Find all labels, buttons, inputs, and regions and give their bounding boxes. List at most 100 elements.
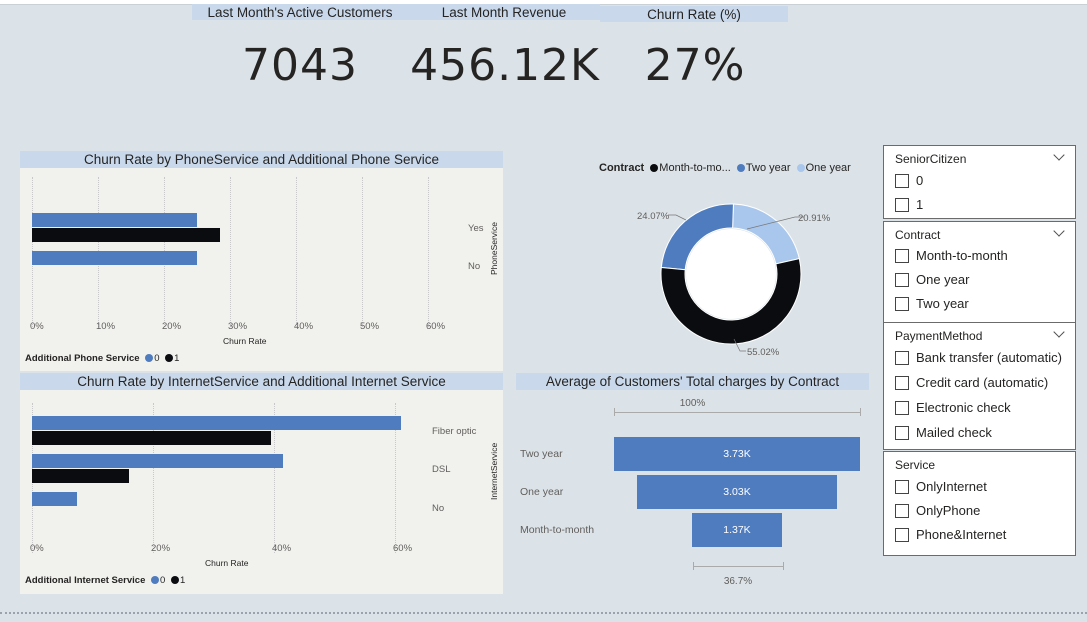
- legend-dot-light-blue-icon: [796, 164, 805, 172]
- checkbox-icon[interactable]: [895, 174, 909, 188]
- funnel-value-label: 3.03K: [723, 486, 751, 498]
- internet-category-no: No: [432, 503, 445, 514]
- phone-legend-title: Additional Phone Service: [25, 353, 140, 364]
- slicer-option[interactable]: Bank transfer (automatic): [884, 349, 1075, 374]
- phone-legend-item-0[interactable]: 0: [154, 353, 159, 364]
- phone-y-axis-title: PhoneService: [489, 222, 499, 275]
- funnel-value-label: 1.37K: [723, 524, 751, 536]
- internet-legend-item-1[interactable]: 1: [180, 575, 185, 586]
- bar-dsl-series-0[interactable]: [32, 454, 284, 468]
- legend-dot-blue-icon: [151, 576, 160, 584]
- checkbox-icon[interactable]: [895, 528, 909, 542]
- donut-legend-item-month[interactable]: Month-to-mo...: [659, 162, 731, 174]
- checkbox-icon[interactable]: [895, 351, 909, 365]
- internet-chart-title: Churn Rate by InternetService and Additi…: [20, 373, 503, 390]
- slicer-option[interactable]: 1: [884, 196, 1075, 220]
- funnel-bottom-bracket: [693, 566, 783, 567]
- bar-yes-series-0[interactable]: [32, 213, 197, 227]
- checkbox-icon[interactable]: [895, 480, 909, 494]
- funnel-bracket-end: [783, 562, 784, 570]
- donut-label-two-year: 24.07%: [637, 211, 670, 222]
- x-tick-label: 40%: [272, 543, 292, 554]
- bar-fiber-optic-series-0[interactable]: [32, 416, 402, 430]
- slicer-option[interactable]: Credit card (automatic): [884, 374, 1075, 399]
- funnel-top-label: 100%: [679, 398, 706, 409]
- checkbox-icon[interactable]: [895, 249, 909, 263]
- checkbox-icon[interactable]: [895, 504, 909, 518]
- slicer-option[interactable]: One year: [884, 271, 1075, 295]
- legend-dot-blue-icon: [736, 164, 745, 172]
- slicer-option-label: Bank transfer (automatic): [916, 350, 1062, 365]
- funnel-chart[interactable]: 100% 3.73K 3.03K 1.37K Two year One year M…: [516, 392, 869, 592]
- bar-fiber-optic-series-1[interactable]: [32, 431, 271, 445]
- slicer-option[interactable]: Month-to-month: [884, 247, 1075, 271]
- checkbox-icon[interactable]: [895, 426, 909, 440]
- slicer-contract[interactable]: Contract Month-to-month One year Two yea…: [883, 221, 1076, 323]
- checkbox-icon[interactable]: [895, 376, 909, 390]
- donut-legend-item-two-year[interactable]: Two year: [746, 162, 791, 174]
- slicer-title: PaymentMethod: [895, 329, 983, 343]
- slicer-option[interactable]: 0: [884, 172, 1075, 196]
- bar-yes-series-1[interactable]: [32, 228, 221, 242]
- checkbox-icon[interactable]: [895, 198, 909, 212]
- legend-dot-black-icon: [650, 164, 659, 172]
- kpi-revenue-title: Last Month Revenue: [408, 4, 600, 20]
- phone-legend-item-1[interactable]: 1: [174, 353, 179, 364]
- slicer-option-label: Mailed check: [916, 425, 992, 440]
- slicer-senior-citizen[interactable]: SeniorCitizen 0 1: [883, 145, 1076, 219]
- bar-dsl-series-1[interactable]: [32, 469, 129, 483]
- x-tick-label: 20%: [162, 321, 182, 332]
- bar-no-series-0[interactable]: [32, 492, 78, 506]
- checkbox-icon[interactable]: [895, 401, 909, 415]
- internet-legend-item-0[interactable]: 0: [160, 575, 165, 586]
- phone-chart-title: Churn Rate by PhoneService and Additiona…: [20, 151, 503, 168]
- contract-donut-chart[interactable]: 20.91% 24.07% 55.02%: [630, 195, 840, 365]
- slicer-option-label: Electronic check: [916, 400, 1011, 415]
- funnel-title: Average of Customers' Total charges by C…: [516, 373, 869, 390]
- slicer-option[interactable]: Mailed check: [884, 424, 1075, 449]
- internet-churn-chart[interactable]: Churn Rate by InternetService and Additi…: [20, 373, 503, 594]
- funnel-bar-month-to-month[interactable]: 1.37K: [691, 513, 783, 547]
- slicer-option-label: OnlyInternet: [916, 479, 987, 494]
- gridline: [296, 177, 297, 327]
- gridline: [428, 177, 429, 327]
- internet-category-fiber-optic: Fiber optic: [432, 426, 477, 437]
- slicer-title: SeniorCitizen: [895, 152, 967, 166]
- slicer-option[interactable]: Electronic check: [884, 399, 1075, 424]
- x-tick-label: 50%: [360, 321, 380, 332]
- slicer-option[interactable]: OnlyPhone: [884, 502, 1075, 526]
- slicer-option-label: Two year: [916, 296, 969, 311]
- x-tick-label: 40%: [294, 321, 314, 332]
- checkbox-icon[interactable]: [895, 297, 909, 311]
- bar-no-series-0[interactable]: [32, 251, 197, 265]
- internet-legend-title: Additional Internet Service: [25, 575, 146, 586]
- internet-y-axis-title: InternetService: [489, 442, 499, 500]
- gridline: [230, 177, 231, 327]
- phone-churn-chart[interactable]: Churn Rate by PhoneService and Additiona…: [20, 151, 503, 371]
- slicer-option[interactable]: OnlyInternet: [884, 478, 1075, 502]
- x-tick-label: 20%: [151, 543, 171, 554]
- slicer-option-label: One year: [916, 272, 970, 287]
- slicer-option-label: Phone&Internet: [916, 527, 1007, 542]
- funnel-top-bracket: [614, 412, 860, 413]
- funnel-category-one-year: One year: [520, 486, 564, 498]
- slicer-payment-method[interactable]: PaymentMethod Bank transfer (automatic) …: [883, 322, 1076, 450]
- x-tick-label: 60%: [426, 321, 446, 332]
- funnel-bottom-label: 36.7%: [723, 576, 753, 587]
- funnel-value-label: 3.73K: [723, 448, 751, 460]
- funnel-category-two-year: Two year: [520, 448, 563, 460]
- slicer-option-label: 0: [916, 173, 924, 188]
- x-tick-label: 30%: [228, 321, 248, 332]
- checkbox-icon[interactable]: [895, 273, 909, 287]
- funnel-bar-two-year[interactable]: 3.73K: [614, 437, 860, 471]
- slicer-option[interactable]: Phone&Internet: [884, 526, 1075, 550]
- funnel-bracket-end: [614, 408, 615, 416]
- funnel-bracket-end: [860, 408, 861, 416]
- kpi-churn-rate-title: Churn Rate (%): [600, 6, 788, 22]
- internet-category-dsl: DSL: [432, 464, 451, 475]
- x-tick-label: 0%: [30, 321, 44, 332]
- slicer-option[interactable]: Two year: [884, 295, 1075, 319]
- slicer-service[interactable]: Service OnlyInternet OnlyPhone Phone&Int…: [883, 451, 1076, 556]
- donut-legend-item-one-year[interactable]: One year: [806, 162, 851, 174]
- funnel-bar-one-year[interactable]: 3.03K: [637, 475, 837, 509]
